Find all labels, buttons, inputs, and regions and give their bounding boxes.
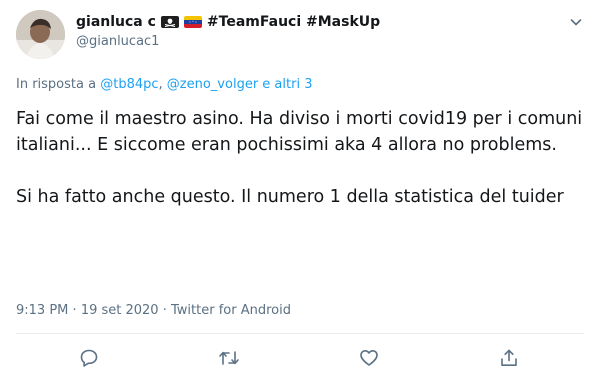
author-display-name[interactable]: gianluca c [76,14,156,30]
tweet-actions [78,346,520,370]
tweet-header: gianluca c #TeamFauci #MaskUp @gianlucac… [76,14,568,49]
venezuela-flag-icon [183,16,202,28]
retweet-icon [219,351,239,365]
like-icon [360,350,378,366]
divider [16,333,584,334]
retweet-button[interactable] [218,347,240,369]
reply-icon [80,349,98,367]
tweet-source[interactable]: Twitter for Android [171,303,291,318]
avatar[interactable] [16,10,65,59]
tweet-time[interactable]: 9:13 PM [16,303,68,318]
tweet-text-paragraph: Si ha fatto anche questo. Il numero 1 de… [16,187,564,207]
author-handle[interactable]: @gianlucac1 [76,34,568,49]
tweet-date[interactable]: 19 set 2020 [81,303,159,318]
reply-separator: , [158,77,163,92]
author-name-hashtags[interactable]: #TeamFauci #MaskUp [207,14,380,30]
tweet-meta: 9:13 PM · 19 set 2020 · Twitter for Andr… [16,303,291,318]
tweet-text-paragraph: Fai come il maestro asino. Ha diviso i m… [16,109,583,155]
reply-prefix: In risposta a [16,77,97,92]
reply-mention-others-link[interactable]: @zeno_volger e altri 3 [167,77,313,92]
share-button[interactable] [498,347,520,369]
reply-button[interactable] [78,347,100,369]
reply-mention-link[interactable]: @tb84pc [100,77,158,92]
pirate-flag-icon [160,16,179,28]
meta-separator: · [162,303,167,318]
like-button[interactable] [358,347,380,369]
chevron-down-icon[interactable] [566,12,586,32]
share-icon [501,349,517,366]
reply-context: In risposta a @tb84pc, @zeno_volger e al… [16,77,312,92]
author-name-row[interactable]: gianluca c #TeamFauci #MaskUp [76,14,568,30]
meta-separator: · [72,303,77,318]
tweet-text: Fai come il maestro asino. Ha diviso i m… [16,106,586,210]
